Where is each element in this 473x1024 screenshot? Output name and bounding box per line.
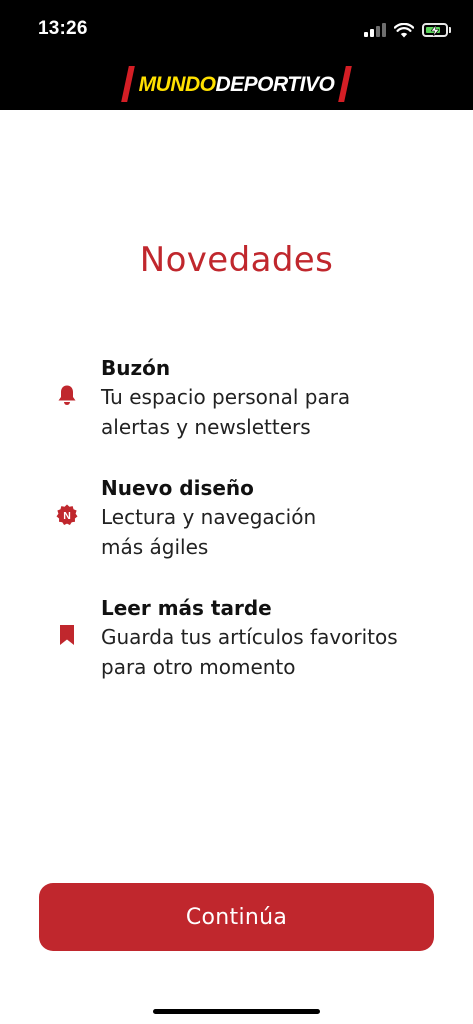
- feature-description-line: Tu espacio personal para: [101, 385, 351, 409]
- wifi-icon: [394, 22, 414, 37]
- app-header: 13:26 MUNDODEPORTIVO: [0, 0, 473, 110]
- feature-heading: Nuevo diseño: [101, 476, 254, 500]
- page-title: Novedades: [139, 240, 334, 280]
- new-badge-icon: N: [56, 504, 78, 526]
- feature-description-line: Lectura y navegación: [101, 505, 317, 529]
- svg-text:N: N: [63, 510, 71, 522]
- home-indicator[interactable]: [153, 1009, 320, 1014]
- logo-part-deportivo: DEPORTIVO: [215, 72, 335, 96]
- continue-button[interactable]: Continúa: [39, 883, 434, 951]
- feature-description-line: más ágiles: [101, 535, 209, 559]
- feature-description-line: alertas y newsletters: [101, 415, 311, 439]
- battery-charging-icon: [422, 23, 451, 37]
- onboarding-screen: 13:26 MUNDODEPORTIVO Novedades Buzón Tu …: [0, 0, 473, 1024]
- brand-logo: MUNDODEPORTIVO: [0, 64, 473, 104]
- logo-part-mundo: MUNDO: [138, 72, 216, 96]
- signal-icon: [364, 23, 386, 37]
- logo-stripe-left: [120, 66, 135, 102]
- feature-description-line: para otro momento: [101, 655, 296, 679]
- feature-description-line: Guarda tus artículos favoritos: [101, 625, 398, 649]
- logo-stripe-right: [338, 66, 353, 102]
- bell-icon: [56, 384, 78, 406]
- logo-wordmark: MUNDODEPORTIVO: [139, 74, 335, 95]
- bookmark-icon: [56, 624, 78, 646]
- feature-heading: Buzón: [101, 356, 171, 380]
- status-icons: [364, 20, 451, 40]
- status-time: 13:26: [38, 18, 88, 39]
- feature-heading: Leer más tarde: [101, 596, 272, 620]
